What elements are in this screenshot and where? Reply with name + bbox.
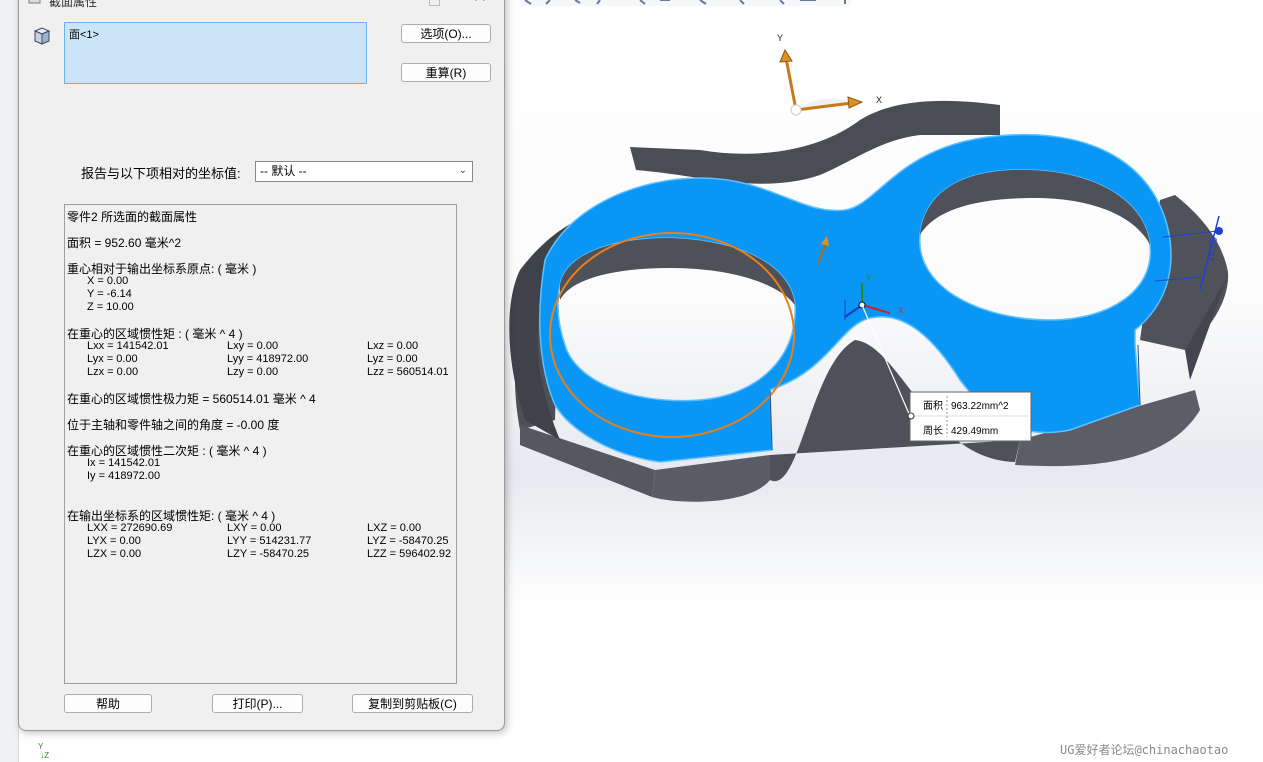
section-properties-dialog: 截面属性 ✕ 面<1> 选项(O)... 重算(R) 报告与以下项相对的坐标值:… [18,0,505,731]
moi-lyz: Lyz = 0.00 [367,353,418,365]
coordinate-system-label: 报告与以下项相对的坐标值: [81,166,241,181]
moi-lxz: Lxz = 0.00 [367,340,419,352]
output-lxy: LXY = 0.00 [227,522,282,534]
centroid-x: X = 0.00 [87,275,129,287]
left-panel-edge [0,0,19,762]
copy-to-clipboard-button[interactable]: 复制到剪贴板(C) [352,694,473,713]
moi-lzz: Lzz = 560514.01 [367,366,449,378]
svg-text:X: X [898,306,904,315]
moi-lxx: Lxx = 141542.01 [87,340,169,352]
selected-face-item[interactable]: 面<1> [69,26,99,42]
coordinate-system-select[interactable]: -- 默认 -- ⌄ [255,161,473,182]
chevron-down-icon: ⌄ [458,165,467,176]
centroid-y: Y = -6.14 [87,288,132,300]
dialog-title: 截面属性 [49,0,98,9]
svg-text:Y: Y [866,274,872,283]
output-lxx: LXX = 272690.69 [87,522,173,534]
output-lzx: LZX = 0.00 [87,548,142,560]
output-lyz: LYZ = -58470.25 [367,535,449,547]
output-lzz: LZZ = 596402.92 [367,548,452,560]
part-body[interactable]: 10.00 Y X [509,100,1229,502]
output-lxz: LXZ = 0.00 [367,522,422,534]
output-lyx: LYX = 0.00 [87,535,141,547]
recalculate-button[interactable]: 重算(R) [401,63,491,82]
options-button[interactable]: 选项(O)... [401,24,491,43]
centroid-z: Z = 10.00 [87,301,134,313]
axis-y-label: Y [777,33,783,43]
callout-perimeter-value: 429.49mm [951,426,998,437]
moi-lzx: Lzx = 0.00 [87,366,139,378]
maximize-button[interactable] [429,0,440,6]
callout-perimeter-label: 周长 [923,425,943,437]
measure-callout[interactable]: 面积 963.22mm^2 周长 429.49mm [907,391,1032,442]
callout-area-label: 面积 [923,400,943,412]
callout-area-value: 963.22mm^2 [951,401,1009,412]
help-button[interactable]: 帮助 [64,694,152,713]
dialog-titlebar[interactable]: 截面属性 ✕ [19,0,504,9]
second-moment-ix: Ix = 141542.01 [87,457,161,469]
moi-lxy: Lxy = 0.00 [227,340,279,352]
output-lzy: LZY = -58470.25 [227,548,310,560]
output-lyy: LYY = 514231.77 [227,535,312,547]
moi-lyy: Lyy = 418972.00 [227,353,309,365]
area-line: 面积 = 952.60 毫米^2 [67,236,182,250]
selected-faces-list[interactable]: 面<1> [64,22,367,84]
section-properties-icon [28,0,41,4]
close-button[interactable]: ✕ [467,0,493,7]
angle-line: 位于主轴和零件轴之间的角度 = -0.00 度 [67,418,280,432]
coordinate-system-value: -- 默认 -- [260,164,307,178]
view-toolbar[interactable] [520,0,850,6]
polar-moment-line: 在重心的区域惯性极力矩 = 560514.01 毫米 ^ 4 [67,392,316,406]
face-selection-icon [33,27,51,45]
report-heading: 零件2 所选面的截面属性 [67,210,198,224]
view-triad: Y X [777,33,882,116]
watermark-text: UG爱好者论坛@chinachaotao [1060,743,1229,757]
moi-lyx: Lyx = 0.00 [87,353,138,365]
moi-lzy: Lzy = 0.00 [227,366,279,378]
axis-x-label: X [876,95,882,105]
mini-axis-indicator: Y ↓Z [38,742,50,760]
print-button[interactable]: 打印(P)... [212,694,303,713]
report-text-area[interactable]: 零件2 所选面的截面属性 面积 = 952.60 毫米^2 重心相对于输出坐标系… [64,204,457,684]
second-moment-iy: Iy = 418972.00 [87,470,161,482]
